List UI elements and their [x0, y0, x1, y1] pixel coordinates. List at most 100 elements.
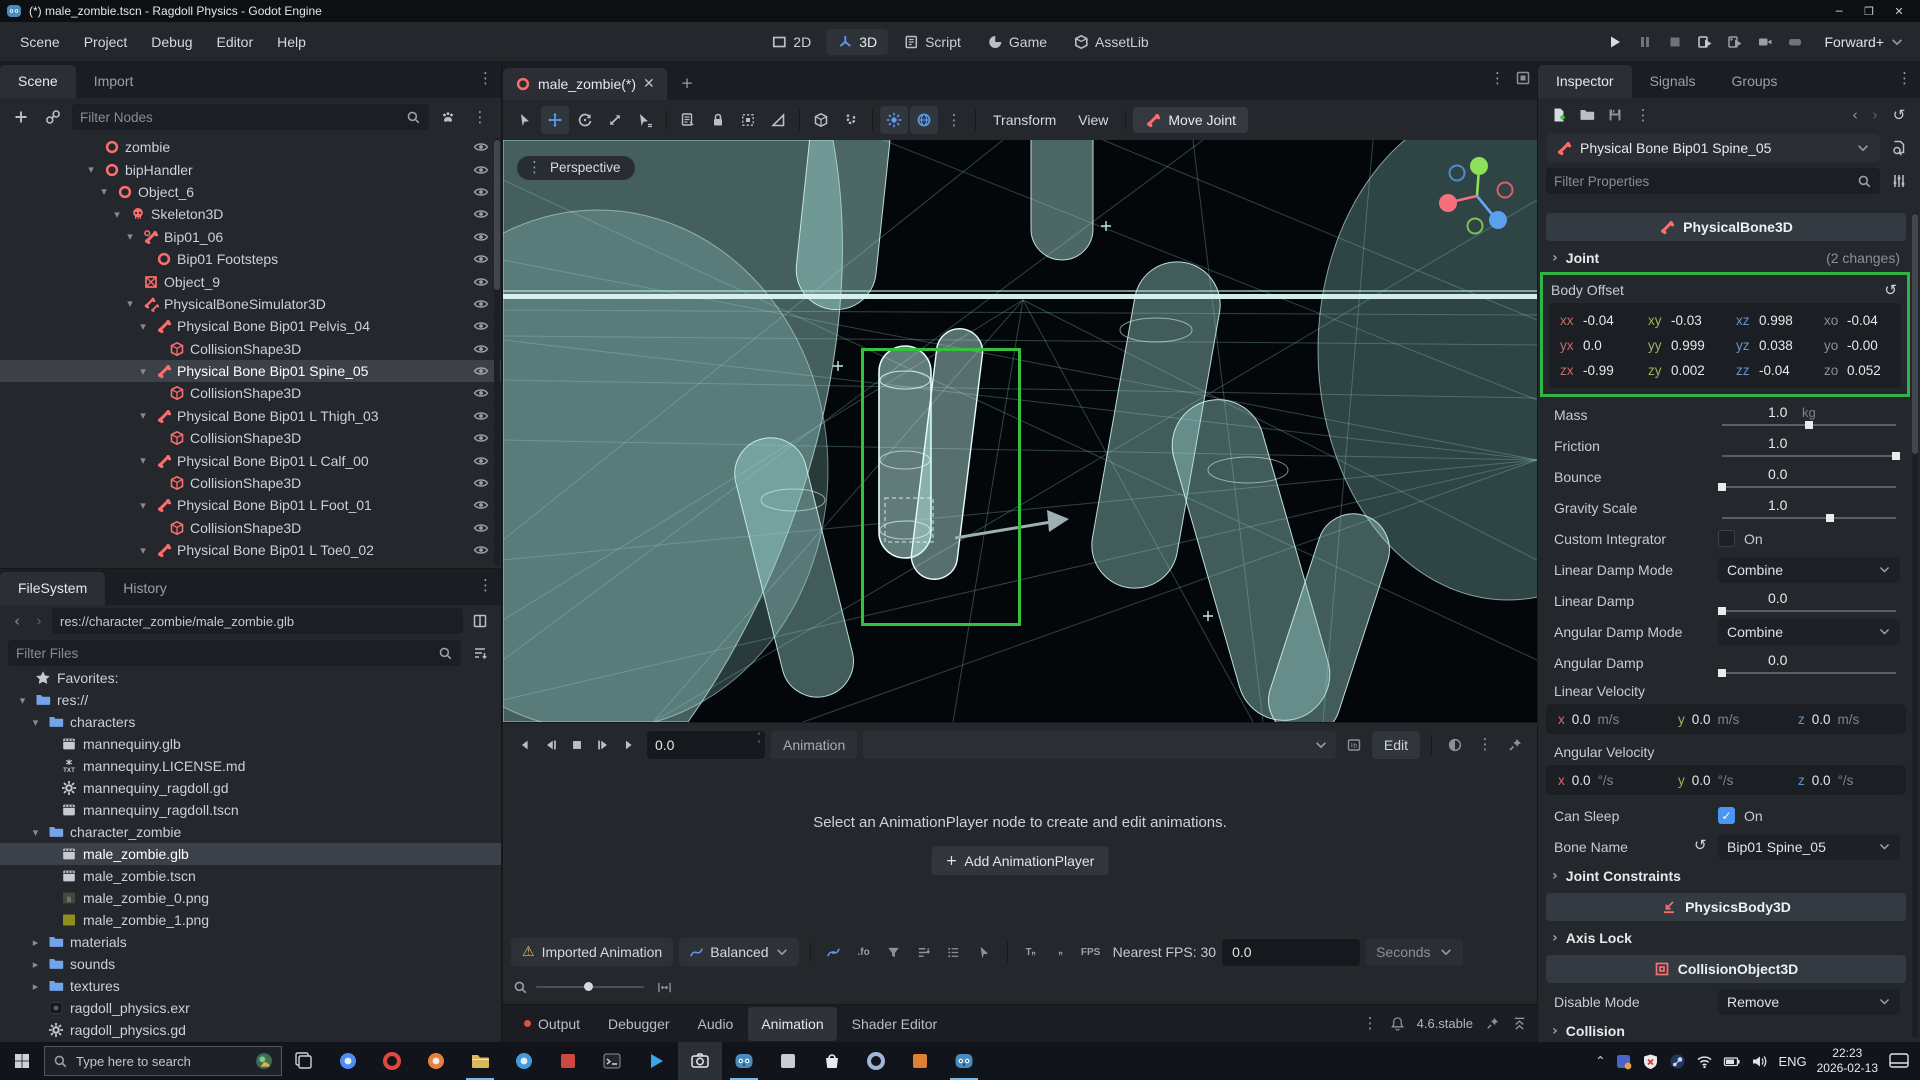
- edit-list-icon[interactable]: [942, 940, 966, 964]
- sort-files-icon[interactable]: [467, 640, 493, 666]
- matrix-cell-zx[interactable]: zx-0.99: [1549, 363, 1637, 378]
- tab-history[interactable]: History: [105, 572, 185, 605]
- viewport-menu-view[interactable]: View: [1068, 107, 1118, 133]
- gravity-scale-spin-slider[interactable]: 1.0: [1718, 495, 1900, 521]
- tree-expand-icon[interactable]: ▾: [110, 208, 124, 221]
- angular-damp-mode-dropdown[interactable]: Combine: [1718, 619, 1900, 645]
- file-mannequiny-license-md[interactable]: TXTmannequiny.LICENSE.md: [0, 755, 501, 777]
- linear-velocity-vector[interactable]: x0.0m/sy0.0m/sz0.0m/s: [1546, 704, 1906, 734]
- filter-tracks-icon[interactable]: [882, 940, 906, 964]
- tree-node-physicalbonesimulator3d[interactable]: ▾PhysicalBoneSimulator3D: [0, 293, 501, 315]
- bone-name-dropdown[interactable]: Bip01 Spine_05: [1718, 834, 1900, 860]
- perspective-menu[interactable]: ⋮ Perspective: [517, 156, 635, 180]
- ruler-icon[interactable]: [764, 106, 792, 134]
- snap-step-field[interactable]: 0.0: [1222, 939, 1360, 966]
- tree-node-physical-bone-bip01-l-toe0-02[interactable]: ▾Physical Bone Bip01 L Toe0_02: [0, 539, 501, 561]
- rotate-mode-icon[interactable]: [571, 106, 599, 134]
- pause-button[interactable]: [1632, 29, 1658, 55]
- taskbar-clock[interactable]: 22:23 2026-02-13: [1817, 1046, 1878, 1076]
- tree-expand-icon[interactable]: ▾: [136, 365, 150, 378]
- fit-timeline-icon[interactable]: [652, 975, 676, 999]
- visibility-eye-icon[interactable]: [473, 410, 489, 422]
- matrix-cell-yy[interactable]: yy0.999: [1637, 338, 1725, 353]
- reset-icon[interactable]: ↺: [1694, 836, 1707, 854]
- angular-damp-spin-slider[interactable]: 0.0: [1718, 650, 1900, 676]
- tree-expand-icon[interactable]: ▾: [136, 409, 150, 422]
- menu-help[interactable]: Help: [265, 29, 318, 55]
- filesystem-path[interactable]: res://character_zombie/male_zombie.glb: [52, 608, 463, 634]
- attach-script-button[interactable]: [435, 104, 461, 130]
- animation-select-dropdown[interactable]: [863, 731, 1336, 759]
- visibility-eye-icon[interactable]: [473, 522, 489, 534]
- instance-scene-button[interactable]: [40, 104, 66, 130]
- visibility-eye-icon[interactable]: [473, 343, 489, 355]
- taskbar-app-grey-app[interactable]: [766, 1042, 810, 1080]
- linear-damp-mode-dropdown[interactable]: Combine: [1718, 557, 1900, 583]
- tree-node-biphandler[interactable]: ▾bipHandler: [0, 158, 501, 180]
- matrix-cell-yo[interactable]: yo-0.00: [1813, 338, 1901, 353]
- filter-files-input[interactable]: Filter Files: [8, 640, 461, 666]
- tree-expand-icon[interactable]: ▾: [84, 163, 98, 176]
- maximize-button[interactable]: ❐: [1854, 0, 1884, 22]
- tree-expand-icon[interactable]: ▾: [29, 826, 42, 839]
- tray-wifi-icon[interactable]: [1696, 1053, 1713, 1070]
- visibility-eye-icon[interactable]: [473, 499, 489, 511]
- taskbar-app-browser-blue[interactable]: [326, 1042, 370, 1080]
- filter-nodes-input[interactable]: Filter Nodes: [72, 104, 429, 130]
- tab-signals[interactable]: Signals: [1632, 65, 1714, 98]
- workspace-tab-game[interactable]: Game: [976, 29, 1058, 55]
- file-favorites[interactable]: Favorites:: [0, 667, 501, 689]
- can-sleep-checkbox[interactable]: ✓On: [1718, 803, 1900, 829]
- category-physicsbody3d[interactable]: PhysicsBody3D: [1546, 893, 1906, 921]
- workspace-tab-assetlib[interactable]: AssetLib: [1062, 29, 1160, 55]
- visibility-eye-icon[interactable]: [473, 365, 489, 377]
- matrix-cell-yx[interactable]: yx0.0: [1549, 338, 1637, 353]
- tab-scene[interactable]: Scene: [0, 65, 76, 98]
- nav-forward-icon[interactable]: ›: [30, 612, 48, 630]
- disable-mode-dropdown[interactable]: Remove: [1718, 989, 1900, 1015]
- file-textures[interactable]: ▸textures: [0, 975, 501, 997]
- onion-past-icon[interactable]: Tₙ: [1019, 940, 1043, 964]
- file-res[interactable]: ▾res://: [0, 689, 501, 711]
- tree-node-object-9[interactable]: Object_9: [0, 270, 501, 292]
- animation-library-icon[interactable]: lib: [1342, 733, 1366, 757]
- visibility-eye-icon[interactable]: [473, 141, 489, 153]
- fps-toggle-icon[interactable]: FPS: [1079, 940, 1103, 964]
- distraction-free-icon[interactable]: [1515, 70, 1531, 86]
- stop-button[interactable]: [1662, 29, 1688, 55]
- notification-center-icon[interactable]: [1888, 1052, 1910, 1070]
- lock-icon[interactable]: [704, 106, 732, 134]
- matrix-cell-xo[interactable]: xo-0.04: [1813, 313, 1901, 328]
- filesystem-menu-icon[interactable]: ⋮: [478, 578, 493, 593]
- matrix-cell-zz[interactable]: zz-0.04: [1725, 363, 1813, 378]
- tree-expand-icon[interactable]: ▾: [29, 716, 42, 729]
- split-dock-icon[interactable]: [467, 608, 493, 634]
- visibility-eye-icon[interactable]: [473, 544, 489, 556]
- anim-play-backwards-icon[interactable]: [539, 733, 563, 757]
- edit-curves-icon[interactable]: [822, 940, 846, 964]
- viewport-extra-menu-icon[interactable]: ⋮: [940, 106, 968, 134]
- body-offset-row[interactable]: Body Offset↺: [1549, 277, 1901, 303]
- bottom-panel-menu-icon[interactable]: ⋮: [1363, 1016, 1378, 1031]
- scene-tree-scrollbar[interactable]: [494, 138, 500, 566]
- list-select-icon[interactable]: [674, 106, 702, 134]
- visibility-eye-icon[interactable]: [473, 253, 489, 265]
- taskbar-app-task-view[interactable]: [282, 1042, 326, 1080]
- menu-debug[interactable]: Debug: [139, 29, 204, 55]
- history-back-icon[interactable]: ‹: [1846, 106, 1864, 124]
- snap-icon[interactable]: [837, 106, 865, 134]
- tree-expand-icon[interactable]: ▾: [123, 297, 137, 310]
- snap-cursor-icon[interactable]: [972, 940, 996, 964]
- visibility-eye-icon[interactable]: [473, 298, 489, 310]
- tree-expand-icon[interactable]: ▾: [136, 454, 150, 467]
- file-male-zombie-0-png[interactable]: male_zombie_0.png: [0, 887, 501, 909]
- visibility-eye-icon[interactable]: [473, 164, 489, 176]
- taskbar-app-godot-running[interactable]: [942, 1042, 986, 1080]
- tree-node-bip01-footsteps[interactable]: Bip01 Footsteps: [0, 248, 501, 270]
- tree-node-collisionshape3d[interactable]: CollisionShape3D: [0, 427, 501, 449]
- category-collisionobject3d[interactable]: CollisionObject3D: [1546, 955, 1906, 983]
- taskbar-app-godot-engine[interactable]: [722, 1042, 766, 1080]
- pin-bottom-panel-icon[interactable]: [1485, 1016, 1500, 1031]
- custom-integrator-checkbox[interactable]: On: [1718, 526, 1900, 552]
- tree-expand-icon[interactable]: ▾: [136, 320, 150, 333]
